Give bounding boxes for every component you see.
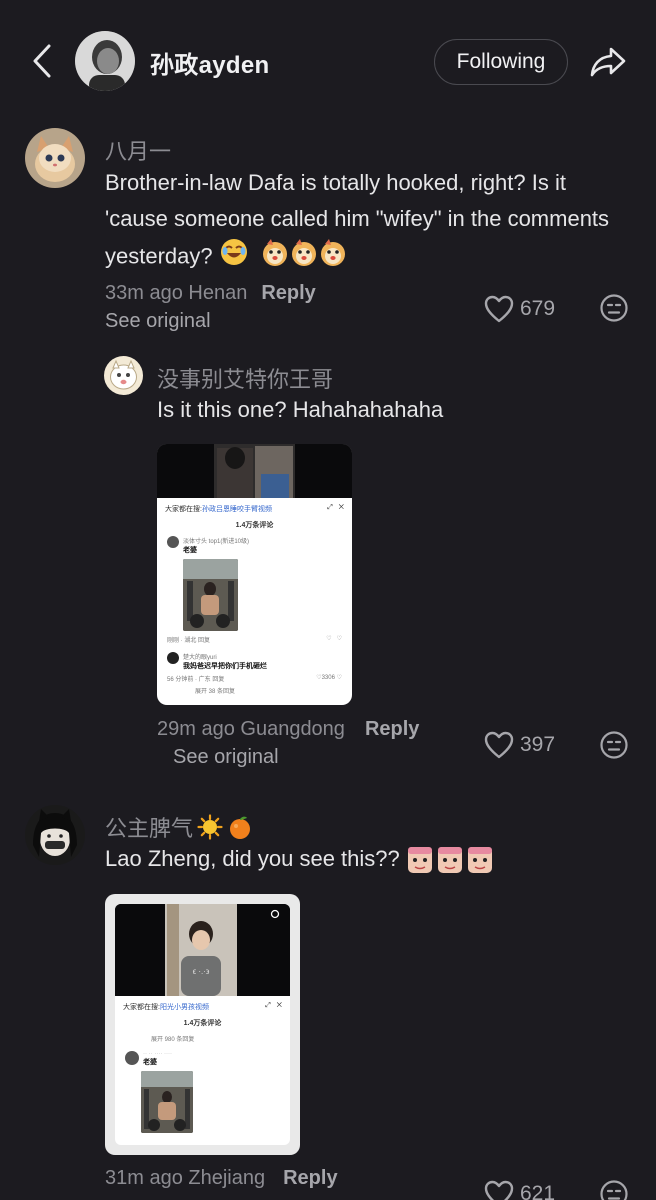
dog-face-sticker-icon: [261, 237, 347, 278]
thumb-comment: ·· ·· ···· ···· 老婆: [115, 1051, 290, 1067]
thumb-comment: 楚大的眼yuri 我妈爸迟早把你们手机砸烂: [157, 652, 352, 671]
comment-image-thumbnail[interactable]: ϵ ·.·϶ 大家都在搜:阳光小男孩视频 ⤢ ✕ 1.4万条评论 展开 980 …: [105, 894, 300, 1155]
thumb-gym-photo: [141, 1071, 193, 1133]
like-button[interactable]: 397: [484, 731, 555, 759]
heart-icon: [484, 295, 514, 323]
username[interactable]: 孙政ayden: [150, 45, 269, 80]
thumb-expand-replies: 展开 38 条回复: [195, 689, 236, 695]
laughing-emoji-icon: [219, 237, 249, 278]
commenter-avatar[interactable]: [25, 805, 85, 865]
svg-text:ϵ ·.·϶: ϵ ·.·϶: [193, 967, 210, 976]
thumb-expand-replies: 展开 980 条回复: [151, 1037, 195, 1043]
heart-icon: [484, 731, 514, 759]
comment-meta: 29m ago Guangdong Reply: [157, 718, 419, 741]
thumb-comment-meta: 56 分钟前 · 广东 回复 ♡3306 ♡: [167, 675, 342, 683]
like-count: 397: [520, 733, 556, 756]
commenter-avatar[interactable]: [25, 128, 85, 188]
commenter-name[interactable]: 没事别艾特你王哥: [157, 362, 333, 394]
comment-text: Lao Zheng, did you see this??: [105, 841, 494, 877]
like-button[interactable]: 621: [484, 1180, 555, 1200]
see-original-button[interactable]: See original: [105, 310, 211, 333]
back-button[interactable]: [22, 38, 62, 84]
following-button[interactable]: Following: [434, 39, 568, 85]
dislike-button[interactable]: [599, 293, 629, 328]
chevron-left-icon: [33, 44, 51, 78]
thumb-search-bar: 大家都在搜:阳光小男孩视频 ⤢ ✕: [123, 1002, 282, 1011]
reply-button[interactable]: Reply: [261, 282, 315, 304]
sun-emoji-icon: [197, 814, 223, 840]
commenter-name[interactable]: 八月一: [105, 134, 171, 166]
thumb-comment: 淡体寸头 top1(新进10级) 老婆: [157, 536, 352, 555]
comment-text: Is it this one? Hahahahahaha: [157, 397, 444, 422]
reply-button[interactable]: Reply: [283, 1167, 337, 1189]
comment-time-location: 31m ago Zhejiang: [105, 1167, 266, 1189]
share-icon: [590, 47, 626, 77]
heart-icon: [484, 1180, 514, 1200]
comment-image-thumbnail[interactable]: 大家都在搜:孙政吕恩睡咬手臂视频 ⤢ ✕ 1.4万条评论 淡体寸头 top1(新…: [157, 444, 352, 705]
thumb-gym-photo: [183, 559, 238, 631]
comment-meta: 33m ago Henan Reply: [105, 282, 316, 305]
face-sticker-icon: [407, 847, 492, 873]
thumb-comment-meta: 刚刚 · 湖北 回复 ♡ ♡: [167, 636, 342, 644]
like-count: 679: [520, 297, 556, 320]
thumb-search-bar: 大家都在搜:孙政吕恩睡咬手臂视频 ⤢ ✕: [165, 504, 344, 513]
share-button[interactable]: [586, 40, 630, 84]
commenter-avatar[interactable]: [104, 356, 143, 395]
commenter-name[interactable]: 公主脾气: [105, 811, 253, 843]
comment-time-location: 33m ago Henan: [105, 282, 248, 304]
reply-button[interactable]: Reply: [365, 718, 419, 740]
dislike-button[interactable]: [599, 730, 629, 765]
like-count: 621: [520, 1182, 556, 1200]
see-original-button[interactable]: See original: [173, 746, 279, 769]
thumb-comment-count: 1.4万条评论: [235, 522, 274, 529]
profile-avatar[interactable]: [75, 31, 135, 91]
neutral-face-icon: [600, 1180, 628, 1200]
comment-meta: 31m ago Zhejiang Reply: [105, 1167, 338, 1190]
neutral-face-icon: [600, 731, 628, 759]
neutral-face-icon: [600, 294, 628, 322]
dislike-button[interactable]: [599, 1179, 629, 1200]
comment-time-location: 29m ago Guangdong: [157, 718, 345, 740]
like-button[interactable]: 679: [484, 295, 555, 323]
thumb-comment-count: 1.4万条评论: [183, 1020, 222, 1027]
orange-emoji-icon: [230, 816, 251, 839]
comment-text: Brother-in-law Dafa is totally hooked, r…: [105, 165, 630, 278]
